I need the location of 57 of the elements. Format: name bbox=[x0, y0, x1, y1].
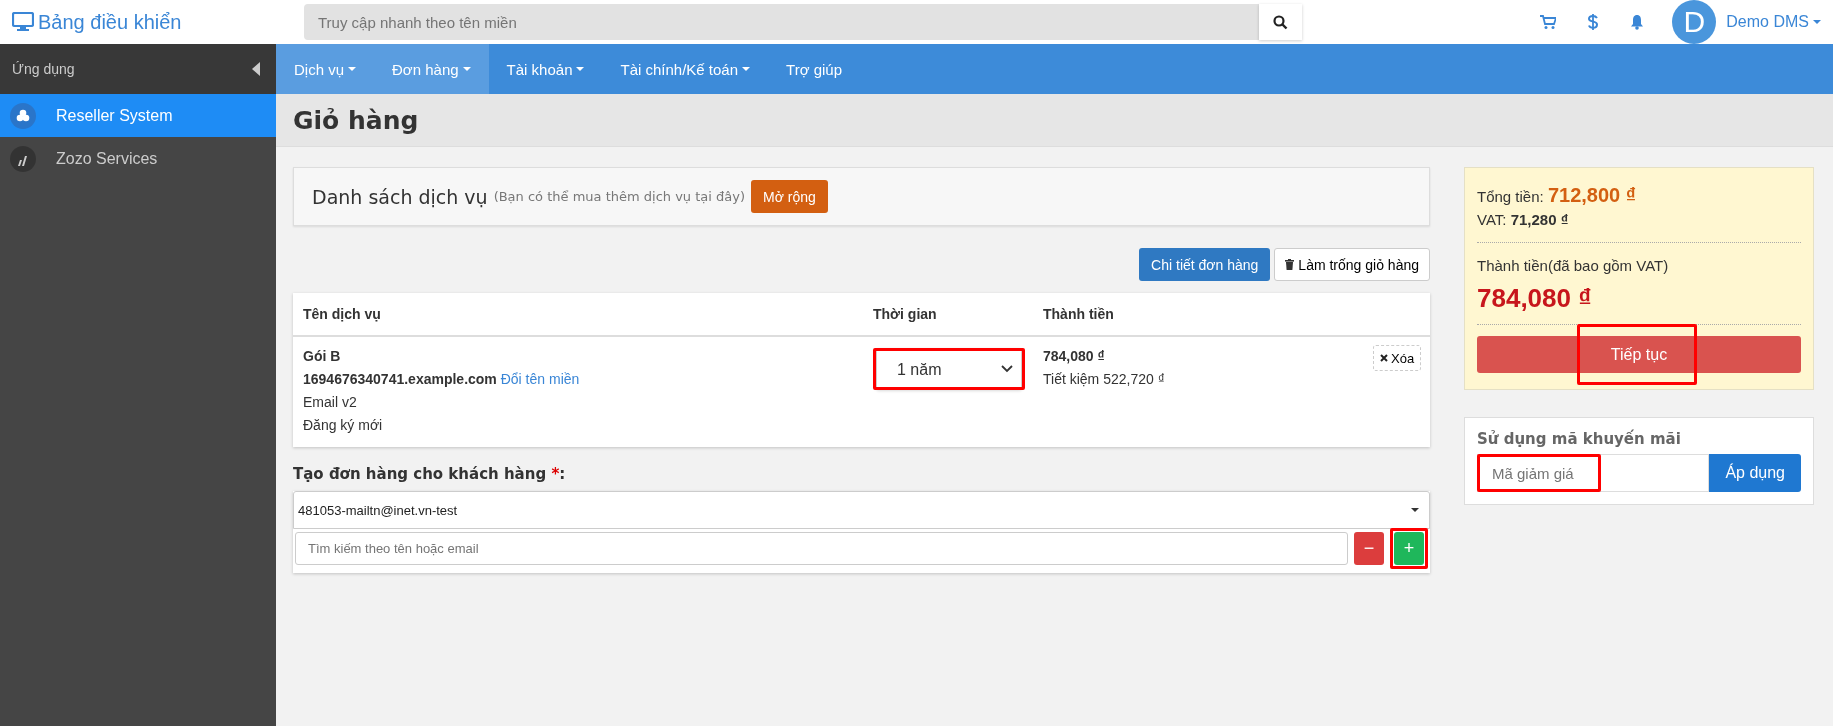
add-button[interactable]: + bbox=[1394, 532, 1424, 565]
trash-icon bbox=[1285, 259, 1295, 270]
period-select[interactable]: 1 năm bbox=[876, 348, 1022, 390]
rename-domain-link[interactable]: Đổi tên miền bbox=[500, 371, 580, 387]
empty-cart-button[interactable]: Làm trống giỏ hàng bbox=[1274, 248, 1430, 281]
domain-name: 1694676340741.example.com bbox=[303, 371, 497, 387]
highlight-frame bbox=[1390, 528, 1428, 569]
chevron-down-icon bbox=[1001, 365, 1013, 373]
nav-menu-item[interactable]: Dịch vụ bbox=[276, 44, 375, 94]
vat-amount: 71,280 ₫ bbox=[1510, 211, 1569, 228]
saving-text: Tiết kiệm 522,720 ₫ bbox=[1043, 370, 1166, 389]
user-menu[interactable]: Demo DMS bbox=[1726, 13, 1821, 31]
price-text: 784,080 ₫ bbox=[1043, 347, 1106, 366]
circles-icon bbox=[16, 109, 30, 122]
services-note: (Bạn có thể mua thêm dịch vụ tại đây) bbox=[493, 189, 746, 204]
search-icon bbox=[1273, 14, 1288, 30]
sidebar-item[interactable]: Reseller System bbox=[0, 94, 276, 137]
remove-button[interactable]: − bbox=[1354, 532, 1384, 565]
bell-icon[interactable] bbox=[1630, 14, 1645, 30]
column-header: Thành tiền bbox=[1043, 306, 1115, 322]
customer-label: Tạo đơn hàng cho khách hàng *: bbox=[293, 465, 567, 483]
promo-code-field[interactable]: Mã giảm giá bbox=[1477, 454, 1710, 492]
expand-button[interactable]: Mở rộng bbox=[751, 180, 828, 213]
column-header: Tên dịch vụ bbox=[303, 306, 382, 322]
continue-button[interactable]: Tiếp tục bbox=[1477, 336, 1801, 373]
service-detail: Đăng ký mới bbox=[303, 416, 384, 435]
cart-icon[interactable] bbox=[1540, 14, 1557, 30]
customer-select[interactable]: 481053-mailtn@inet.vn-test bbox=[293, 491, 1430, 529]
grand-total-label: Thành tiền(đã bao gồm VAT) bbox=[1477, 256, 1670, 276]
page-title: Giỏ hàng bbox=[293, 105, 419, 135]
total-label: Tổng tiền: bbox=[1477, 188, 1544, 205]
delete-button[interactable]: Xóa bbox=[1373, 345, 1422, 371]
collapse-arrow-icon[interactable] bbox=[252, 62, 260, 76]
nav-menu-item[interactable]: Trợ giúp bbox=[768, 44, 860, 94]
nav-menu-item[interactable]: Đơn hàng bbox=[374, 44, 489, 94]
order-details-button[interactable]: Chi tiết đơn hàng bbox=[1139, 248, 1271, 281]
total-amount: 712,800 ₫ bbox=[1547, 184, 1636, 206]
search-button[interactable] bbox=[1259, 4, 1302, 40]
quick-search-field[interactable]: Truy cập nhanh theo tên miền bbox=[304, 4, 1259, 40]
services-title: Danh sách dịch vụ bbox=[312, 185, 488, 208]
brand-title[interactable]: Bảng điều khiển bbox=[38, 10, 182, 34]
grand-total-amount: 784,080 ₫ bbox=[1477, 283, 1593, 313]
sidebar-title: Ứng dụng bbox=[12, 61, 75, 77]
monitor-icon bbox=[12, 12, 34, 32]
promo-title: Sử dụng mã khuyến mãi bbox=[1477, 430, 1682, 448]
avatar-circle[interactable]: D bbox=[1672, 0, 1717, 44]
nav-menu-item[interactable]: Tài chính/Kế toán bbox=[602, 44, 769, 94]
nav-menu-item[interactable]: Tài khoản bbox=[488, 44, 603, 94]
column-header: Thời gian bbox=[873, 306, 938, 322]
service-detail: Email v2 bbox=[303, 393, 358, 412]
dollar-icon[interactable] bbox=[1588, 14, 1599, 30]
sidebar-item[interactable]: Zozo Services bbox=[0, 137, 276, 180]
vat-label: VAT: bbox=[1477, 211, 1507, 228]
apply-button[interactable]: Áp dụng bbox=[1709, 454, 1801, 492]
service-name: Gói B bbox=[303, 347, 342, 366]
customer-search-field[interactable]: Tìm kiếm theo tên hoặc email bbox=[295, 532, 1348, 565]
close-icon bbox=[1380, 354, 1388, 362]
